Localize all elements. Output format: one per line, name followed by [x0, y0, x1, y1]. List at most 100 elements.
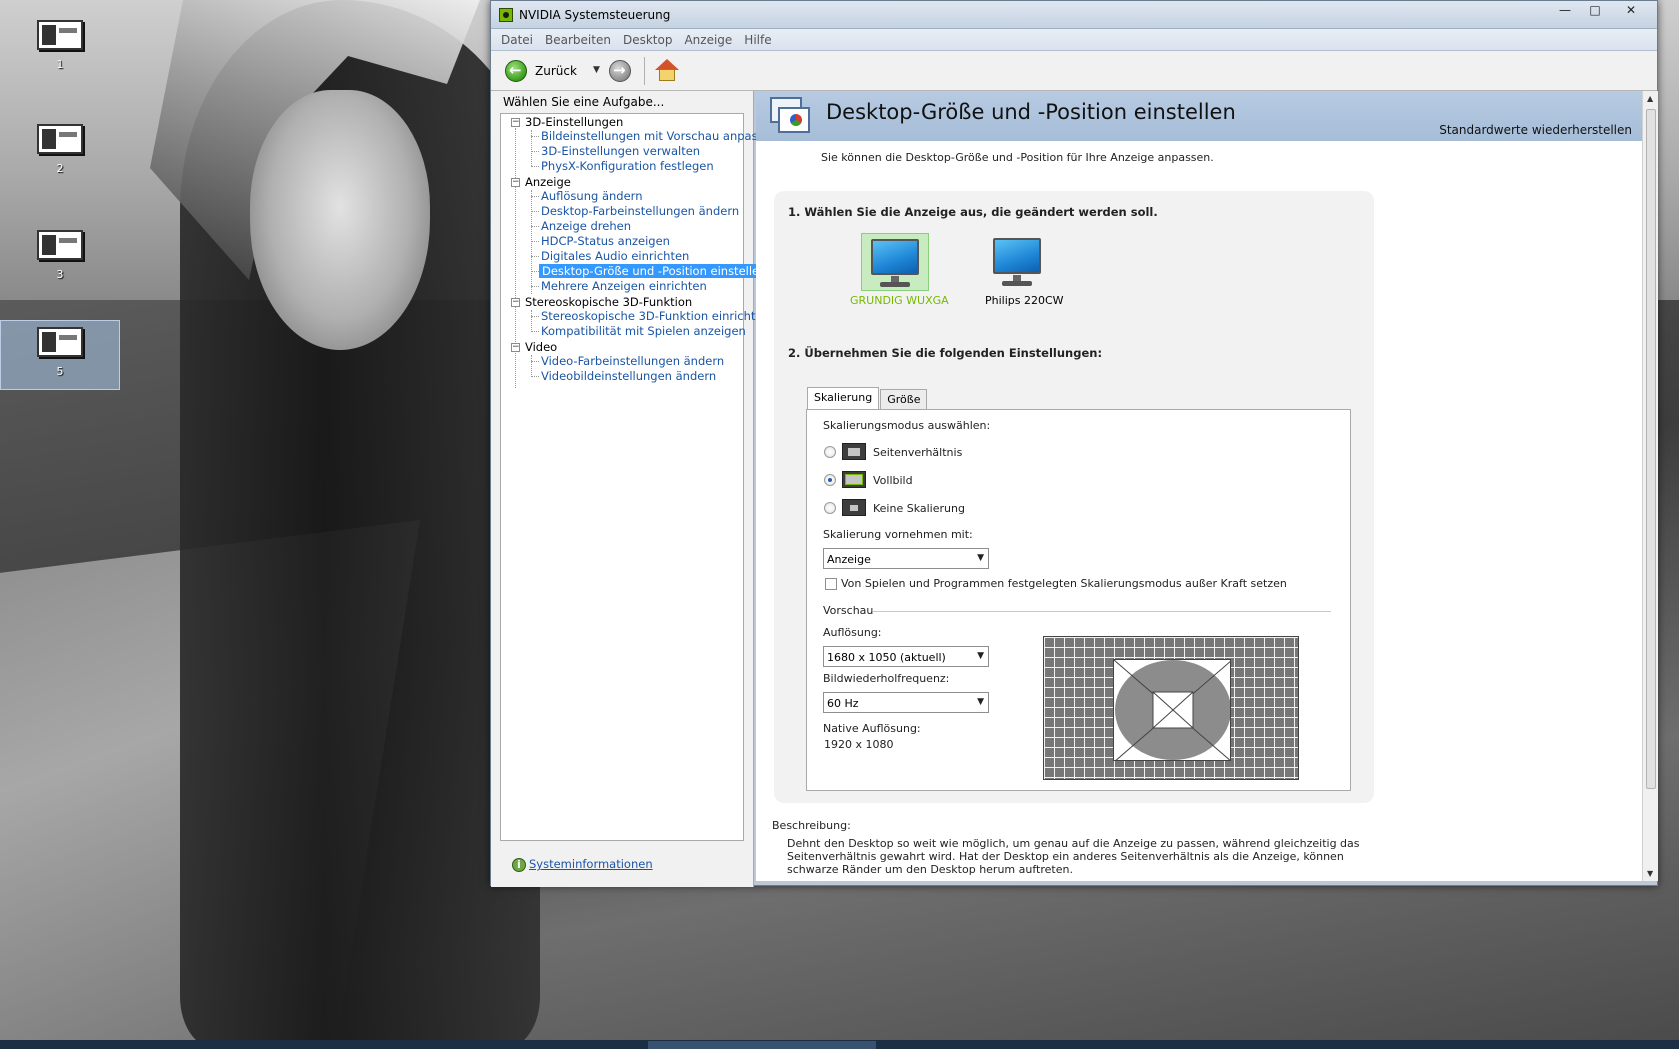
- home-icon[interactable]: [655, 59, 679, 83]
- option-seitenverhaeltnis-label[interactable]: Seitenverhältnis: [873, 446, 962, 459]
- step1-heading: 1. Wählen Sie die Anzeige aus, die geänd…: [788, 205, 1158, 219]
- maximize-button[interactable]: □: [1581, 1, 1609, 21]
- option-keine-skalierung-label[interactable]: Keine Skalierung: [873, 502, 965, 515]
- monitor-icon: [871, 239, 919, 275]
- display-philips-label[interactable]: Philips 220CW: [985, 294, 1064, 307]
- collapse-3d-icon[interactable]: −: [511, 118, 520, 127]
- forward-arrow-icon[interactable]: [609, 60, 631, 82]
- perform-scaling-select[interactable]: Anzeige ▼: [823, 548, 989, 569]
- desktop-shortcut-icon: [37, 230, 83, 260]
- chevron-down-icon: ▼: [977, 697, 984, 707]
- menu-anzeige[interactable]: Anzeige: [684, 33, 732, 47]
- desktop-icon-label: 5: [56, 365, 64, 378]
- tree-link-physx[interactable]: PhysX-Konfiguration festlegen: [541, 159, 714, 173]
- tree-link-aufloesung[interactable]: Auflösung ändern: [541, 189, 642, 203]
- scroll-up-icon[interactable]: ▲: [1647, 94, 1653, 103]
- tab-skalierung[interactable]: Skalierung: [807, 387, 880, 409]
- tree-link-anzeige-drehen[interactable]: Anzeige drehen: [541, 219, 631, 233]
- chevron-down-icon: ▼: [977, 553, 984, 563]
- refresh-select[interactable]: 60 Hz ▼: [823, 692, 989, 713]
- menu-bearbeiten[interactable]: Bearbeiten: [545, 33, 611, 47]
- scroll-down-icon[interactable]: ▼: [1647, 869, 1653, 878]
- tree-link-hdcp[interactable]: HDCP-Status anzeigen: [541, 234, 670, 248]
- menu-datei[interactable]: Datei: [501, 33, 533, 47]
- menu-desktop[interactable]: Desktop: [623, 33, 673, 47]
- desktop-icon-label: 2: [56, 162, 64, 175]
- radio-seitenverhaeltnis[interactable]: [824, 446, 836, 458]
- override-label[interactable]: Von Spielen und Programmen festgelegten …: [841, 577, 1287, 590]
- tree-cat-3d[interactable]: 3D-Einstellungen: [525, 115, 623, 129]
- back-arrow-icon[interactable]: [505, 60, 527, 82]
- tree-link-kompatibilitaet[interactable]: Kompatibilität mit Spielen anzeigen: [541, 324, 746, 338]
- tree-link-video-farben[interactable]: Video-Farbeinstellungen ändern: [541, 354, 724, 368]
- restore-defaults-link[interactable]: Standardwerte wiederherstellen: [1439, 123, 1632, 137]
- radio-vollbild[interactable]: [824, 474, 836, 486]
- desktop-shortcut-icon: [37, 124, 83, 154]
- system-info-link[interactable]: Systeminformationen: [529, 857, 653, 871]
- system-info-icon: [512, 858, 526, 872]
- radio-keine-skalierung[interactable]: [824, 502, 836, 514]
- tree-link-stereo-einrichten[interactable]: Stereoskopische 3D-Funktion einrichten: [541, 309, 770, 323]
- tab-groesse[interactable]: Größe: [880, 389, 928, 409]
- nvidia-control-panel-window: NVIDIA Systemsteuerung — □ ✕ Datei Bearb…: [490, 0, 1658, 887]
- toolbar: Zurück ▼: [491, 51, 1657, 91]
- tree-cat-stereo[interactable]: Stereoskopische 3D-Funktion: [525, 295, 692, 309]
- perform-scaling-value: Anzeige: [827, 553, 871, 566]
- display-grundig-label[interactable]: GRUNDIG WUXGA: [850, 294, 949, 307]
- override-checkbox[interactable]: [825, 578, 837, 590]
- tree-link-bildeinstellungen[interactable]: Bildeinstellungen mit Vorschau anpassen: [541, 129, 778, 143]
- resolution-select[interactable]: 1680 x 1050 (aktuell) ▼: [823, 646, 989, 667]
- nvidia-logo-icon: [499, 8, 513, 22]
- tree-link-farbeinstellungen[interactable]: Desktop-Farbeinstellungen ändern: [541, 204, 739, 218]
- option-vollbild-label[interactable]: Vollbild: [873, 474, 913, 487]
- minimize-button[interactable]: —: [1551, 1, 1579, 21]
- native-resolution-label: Native Auflösung:: [823, 722, 921, 735]
- description-text: Dehnt den Desktop so weit wie möglich, u…: [787, 837, 1360, 876]
- collapse-stereo-icon[interactable]: −: [511, 298, 520, 307]
- resolution-label: Auflösung:: [823, 626, 882, 639]
- desktop-icon-5[interactable]: 5: [0, 320, 120, 390]
- native-resolution-value: 1920 x 1080: [824, 738, 894, 751]
- tree-link-3d-verwalten[interactable]: 3D-Einstellungen verwalten: [541, 144, 700, 158]
- refresh-label: Bildwiederholfrequenz:: [823, 672, 950, 685]
- tree-cat-video[interactable]: Video: [525, 340, 557, 354]
- page-header: Desktop-Größe und -Position einstellen S…: [756, 91, 1642, 141]
- desktop-icon-3[interactable]: 3: [0, 224, 120, 294]
- tree-link-videobild[interactable]: Videobildeinstellungen ändern: [541, 369, 716, 383]
- preview-test-pattern: [1114, 660, 1230, 760]
- collapse-video-icon[interactable]: −: [511, 343, 520, 352]
- scaling-mode-label: Skalierungsmodus auswählen:: [823, 419, 991, 432]
- display-grundig[interactable]: [861, 233, 929, 291]
- content-pane: Desktop-Größe und -Position einstellen S…: [756, 91, 1642, 881]
- refresh-value: 60 Hz: [827, 697, 859, 710]
- scrollbar-thumb[interactable]: [1646, 109, 1656, 789]
- scaling-preview: [1043, 636, 1299, 780]
- content-scrollbar[interactable]: ▲ ▼: [1642, 91, 1658, 881]
- close-button[interactable]: ✕: [1611, 1, 1651, 21]
- collapse-anzeige-icon[interactable]: −: [511, 178, 520, 187]
- desktop-icon-1[interactable]: 1: [0, 14, 120, 84]
- history-dropdown-icon[interactable]: ▼: [593, 65, 600, 75]
- wallpaper-face: [250, 90, 430, 350]
- back-button[interactable]: Zurück: [535, 64, 577, 78]
- tree-cat-anzeige[interactable]: Anzeige: [525, 175, 571, 189]
- page-intro: Sie können die Desktop-Größe und -Positi…: [821, 151, 1214, 164]
- desktop-icon-label: 1: [56, 58, 64, 71]
- tree-link-desktop-groesse[interactable]: Desktop-Größe und -Position einstellen: [539, 264, 770, 278]
- tree-link-audio[interactable]: Digitales Audio einrichten: [541, 249, 689, 263]
- tree-link-mehrere-anzeigen[interactable]: Mehrere Anzeigen einrichten: [541, 279, 707, 293]
- task-pane-header: Wählen Sie eine Aufgabe...: [503, 95, 665, 109]
- preview-group-label: Vorschau: [823, 604, 874, 617]
- toolbar-separator: [644, 57, 645, 85]
- task-tree: − 3D-Einstellungen Bildeinstellungen mit…: [500, 113, 778, 841]
- taskbar-active-item[interactable]: [648, 1041, 876, 1049]
- description-title: Beschreibung:: [772, 819, 851, 832]
- desktop-icon-2[interactable]: 2: [0, 118, 120, 188]
- menu-hilfe[interactable]: Hilfe: [744, 33, 771, 47]
- display-philips[interactable]: [984, 233, 1052, 291]
- fullscreen-icon: [842, 471, 866, 488]
- aspect-ratio-icon: [842, 443, 866, 460]
- chevron-down-icon: ▼: [977, 651, 984, 661]
- display-settings-icon: [768, 97, 810, 135]
- title-bar[interactable]: NVIDIA Systemsteuerung — □ ✕: [491, 1, 1657, 29]
